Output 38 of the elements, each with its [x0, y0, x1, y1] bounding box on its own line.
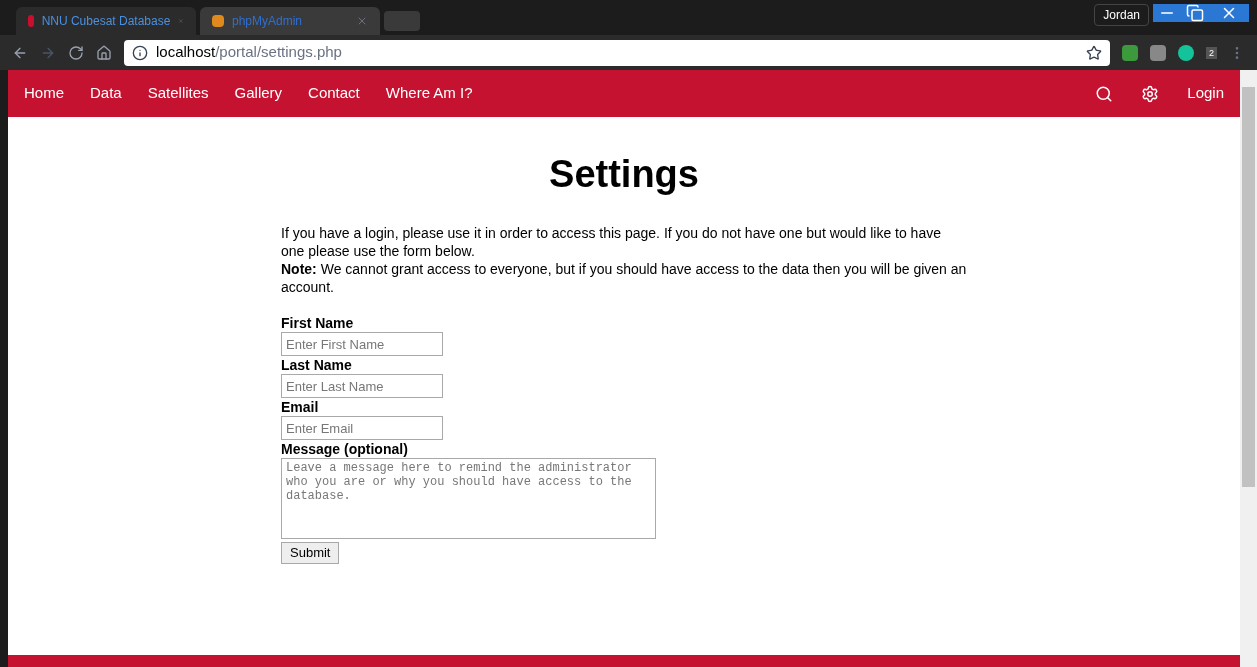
nav-link[interactable]: Where Am I?	[385, 82, 473, 105]
extension-badge[interactable]: 2	[1206, 46, 1217, 59]
text-field[interactable]: Enter Email	[281, 416, 443, 440]
field-label: Email	[281, 398, 319, 416]
scroll-thumb[interactable]	[1242, 87, 1255, 487]
nav-link[interactable]: Satellites	[147, 82, 209, 105]
url-text: localhost/portal/settings.php	[156, 42, 342, 63]
nav-link[interactable]: Gallery	[234, 82, 283, 105]
reload-icon[interactable]	[68, 44, 84, 61]
address-bar[interactable]: localhost/portal/settings.php	[124, 39, 1110, 66]
nav-link[interactable]: Data	[90, 82, 122, 105]
close-icon[interactable]	[356, 15, 368, 27]
submit-button[interactable]: Submit	[281, 542, 340, 564]
text-field[interactable]: Enter Last Name	[281, 374, 443, 398]
message-field[interactable]: Leave a message here to remind the administrator who you are or why you should have access to the database.	[281, 458, 656, 539]
nav-link[interactable]: Home	[24, 82, 64, 105]
info-icon	[132, 44, 148, 61]
page-title: Settings	[549, 152, 699, 197]
search-icon[interactable]	[1095, 84, 1114, 103]
extension-icon[interactable]	[1178, 44, 1194, 61]
field-label: First Name	[281, 314, 354, 332]
note-paragraph: Note: We cannot grant access to everyone, but if you should have access to the data then you will be given an account.	[281, 260, 967, 296]
field-label: Message (optional)	[281, 440, 408, 458]
tab-title: phpMyAdmin	[232, 13, 303, 30]
extension-icon[interactable]	[1150, 44, 1166, 61]
home-icon[interactable]	[96, 44, 112, 61]
profile-button[interactable]: Jordan	[1094, 4, 1149, 26]
browser-tab[interactable]: NNU Cubesat Database	[16, 7, 196, 35]
scrollbar[interactable]	[1240, 70, 1257, 667]
nav-link[interactable]: Contact	[308, 82, 360, 105]
settings-icon[interactable]	[1141, 84, 1160, 103]
extension-icon[interactable]	[1122, 44, 1138, 61]
field-label: Last Name	[281, 356, 352, 374]
star-icon[interactable]	[1086, 44, 1102, 61]
tab-title: NNU Cubesat Database	[41, 13, 171, 30]
login-link[interactable]: Login	[1187, 82, 1224, 105]
text-field[interactable]: Enter First Name	[281, 332, 443, 356]
intro-paragraph: If you have a login, please use it in order to access this page. If you do not have one but would like to have one please use the form below.	[281, 224, 942, 260]
